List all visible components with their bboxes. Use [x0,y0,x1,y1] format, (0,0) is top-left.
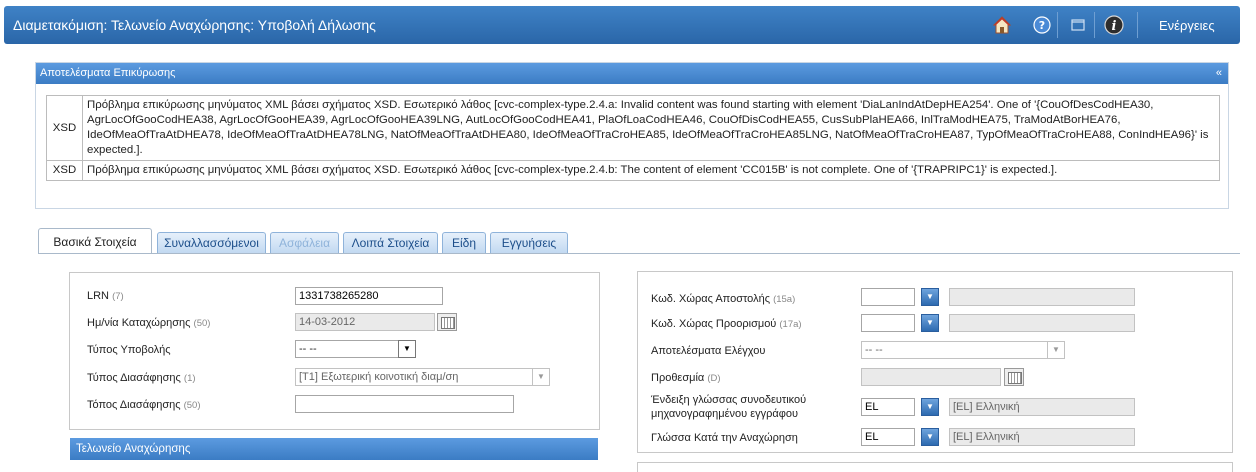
chevron-down-icon[interactable]: ▼ [921,288,939,306]
control-results-label: Αποτελέσματα Ελέγχου [651,345,766,357]
chevron-down-icon[interactable]: ▼ [921,314,939,332]
submission-type-value: -- -- [299,343,317,355]
tab-security: Ασφάλεια [270,232,339,253]
separator [1137,12,1138,38]
chevron-down-icon: ▼ [532,368,550,386]
info-icon[interactable]: i [1103,14,1125,36]
calendar-icon[interactable] [1004,368,1024,386]
calendar-icon[interactable] [437,313,457,331]
deadline-field [861,368,1001,386]
tab-other-info[interactable]: Λοιπά Στοιχεία [343,232,438,253]
table-row: XSD Πρόβλημα επικύρωσης μηνύματος XML βά… [46,160,1220,181]
clearance-place-label: Τόπος Διασάφησης (50) [87,399,201,411]
control-results-value: -- -- [865,344,883,356]
clearance-place-input[interactable] [295,395,514,413]
deadline-box-number: (D) [707,373,721,384]
tab-items[interactable]: Είδη [442,232,486,253]
control-results-select: -- -- [861,341,1065,359]
table-row: XSD Πρόβλημα επικύρωσης μηνύματος XML βά… [46,95,1220,161]
svg-text:?: ? [1039,19,1045,32]
validation-errors-table: XSD Πρόβλημα επικύρωσης μηνύματος XML βά… [46,95,1220,181]
destination-country-label-text: Κωδ. Χώρας Προορισμού [651,318,777,330]
destination-country-label: Κωδ. Χώρας Προορισμού (17a) [651,318,802,330]
validation-results-title: Αποτελέσματα Επικύρωσης [40,67,176,79]
clearance-place-label-text: Τόπος Διασάφησης [87,399,181,411]
destination-country-input[interactable] [861,314,915,332]
destination-country-box-number: (17a) [779,319,802,330]
declaration-date-label-text: Ημ/νία Καταχώρησης [87,317,191,329]
chevron-down-icon[interactable]: ▼ [921,398,939,416]
submission-type-label: Τύπος Υποβολής [87,344,171,356]
dispatch-country-label: Κωδ. Χώρας Αποστολής (15a) [651,293,795,305]
clearance-type-box-number: (1) [183,373,196,384]
document-language-input[interactable] [861,398,915,416]
separator [1094,12,1095,38]
dispatch-country-box-number: (15a) [773,294,796,305]
departure-language-input[interactable] [861,428,915,446]
dispatch-country-description [949,288,1135,306]
tab-traders[interactable]: Συναλλασσόμενοι [157,232,266,253]
next-section-box [637,462,1233,472]
lrn-box-number: (7) [112,291,124,302]
help-icon[interactable]: ? [1031,14,1053,36]
dispatch-country-input[interactable] [861,288,915,306]
deadline-label: Προθεσμία (D) [651,372,721,384]
page-title: Διαμετακόμιση: Τελωνείο Αναχώρησης: Υποβ… [13,17,376,33]
clearance-type-label: Τύπος Διασάφησης (1) [87,372,196,384]
separator [1057,12,1058,38]
chevron-down-icon: ▼ [1047,341,1065,359]
actions-menu[interactable]: Ενέργειες [1159,18,1215,33]
chevron-down-icon[interactable]: ▼ [398,340,416,358]
tab-divider [38,253,1240,254]
error-code: XSD [46,160,83,181]
validation-results-panel: Αποτελέσματα Επικύρωσης « XSD Πρόβλημα ε… [35,62,1229,209]
lrn-label: LRN (7) [87,290,124,302]
tab-guarantees[interactable]: Εγγυήσεις [490,232,568,253]
title-bar: Διαμετακόμιση: Τελωνείο Αναχώρησης: Υποβ… [4,6,1240,44]
document-language-label-line1: Ένδειξη γλώσσας συνοδευτικού [651,394,807,406]
collapse-icon[interactable]: « [1216,63,1222,84]
declaration-date-label: Ημ/νία Καταχώρησης (50) [87,317,210,329]
declaration-date-box-number: (50) [193,318,211,329]
clearance-type-label-text: Τύπος Διασάφησης [87,372,181,384]
departure-office-header: Τελωνείο Αναχώρησης [70,438,598,460]
window-icon[interactable] [1067,14,1089,36]
clearance-type-value: [T1] Εξωτερική κοινοτική διαμ/ση [299,371,459,383]
departure-language-label: Γλώσσα Κατά την Αναχώρηση [651,432,798,444]
deadline-label-text: Προθεσμία [651,372,705,384]
departure-language-description: [EL] Ελληνική [949,428,1135,446]
home-icon[interactable] [991,14,1013,36]
validation-results-header: Αποτελέσματα Επικύρωσης « [36,63,1228,84]
error-message: Πρόβλημα επικύρωσης μηνύματος XML βάσει … [82,95,1220,161]
dispatch-country-label-text: Κωδ. Χώρας Αποστολής [651,293,771,305]
clearance-type-select: [T1] Εξωτερική κοινοτική διαμ/ση [295,368,550,386]
chevron-down-icon[interactable]: ▼ [921,428,939,446]
svg-text:i: i [1112,19,1117,34]
destination-country-description [949,314,1135,332]
lrn-input[interactable] [295,287,443,305]
document-language-label-line2: μηχανογραφημένου εγγράφου [651,408,798,420]
declaration-date-field [295,313,435,331]
tab-basic-info[interactable]: Βασικά Στοιχεία [38,228,152,254]
lrn-label-text: LRN [87,290,110,302]
submission-type-select[interactable]: -- -- [295,340,415,358]
document-language-label: Ένδειξη γλώσσας συνοδευτικού μηχανογραφη… [651,393,806,421]
error-code: XSD [46,95,83,161]
document-language-description: [EL] Ελληνική [949,398,1135,416]
error-message: Πρόβλημα επικύρωσης μηνύματος XML βάσει … [82,160,1220,181]
clearance-place-box-number: (50) [183,400,201,411]
